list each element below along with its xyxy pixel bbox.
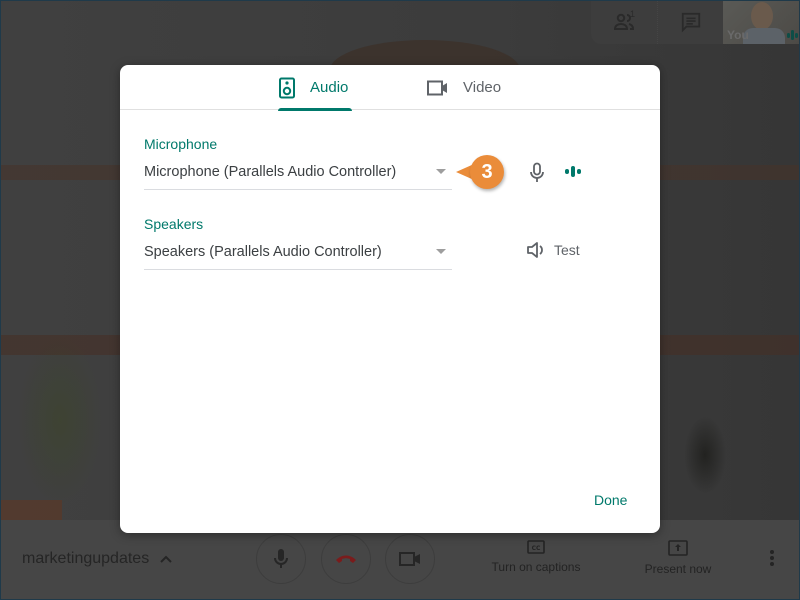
settings-dialog: Audio Video Microphone Microphone (Paral… [120,65,660,533]
more-vert-icon [770,550,774,554]
speaker-icon [279,77,295,98]
plant-shadow [665,395,745,520]
self-label: You [727,28,749,42]
present-label: Present now [644,562,712,576]
chat-icon [681,12,700,33]
meeting-name: marketingupdates [22,550,150,567]
step-callout: 3 [456,155,512,189]
tab-video[interactable]: Video [427,65,501,110]
meeting-details-button[interactable]: marketingupdates [22,550,173,568]
plant-pot [0,500,62,520]
tab-audio-label: Audio [310,79,349,96]
self-body [743,28,785,44]
chevron-up-icon [160,555,172,563]
speakers-section-label: Speakers [144,216,204,232]
show-participants-button[interactable]: 1 [591,0,657,44]
settings-tabs: Audio Video [120,65,660,111]
test-label: Test [554,242,580,258]
captions-label: Turn on captions [491,560,581,574]
test-speakers-button[interactable]: Test [526,241,580,259]
svg-text:CC: CC [532,545,541,552]
tab-audio[interactable]: Audio [278,65,352,111]
chat-button[interactable] [657,0,723,44]
turn-on-captions-button[interactable]: CC Turn on captions [486,540,586,574]
videocam-icon [399,552,420,566]
microphone-select[interactable]: Microphone (Parallels Audio Controller) [144,154,452,190]
videocam-icon [427,80,447,95]
audio-level-icon [565,166,581,177]
toggle-camera-button[interactable] [385,534,435,584]
self-face [751,2,773,30]
top-right-panel: 1 You [591,0,800,44]
microphone-selected-value: Microphone (Parallels Audio Controller) [144,163,397,180]
self-audio-level-icon [787,30,798,40]
participant-count: 1 [630,9,636,19]
active-tab-indicator [278,108,352,111]
dropdown-arrow-icon [436,169,446,174]
volume-icon [527,242,543,258]
present-now-button[interactable]: Present now [638,540,718,576]
dropdown-arrow-icon [436,249,446,254]
present-screen-icon [668,540,688,556]
tab-video-label: Video [463,79,502,96]
microphone-status-icon [528,162,546,189]
leave-call-button[interactable] [321,534,371,584]
speakers-select[interactable]: Speakers (Parallels Audio Controller) [144,234,452,270]
step-number-badge: 3 [470,155,504,189]
microphone-icon [530,162,544,182]
done-button[interactable]: Done [586,490,635,510]
toggle-microphone-button[interactable] [256,534,306,584]
hang-up-icon [336,555,356,563]
closed-captions-icon: CC [527,540,545,554]
speakers-selected-value: Speakers (Parallels Audio Controller) [144,243,382,260]
microphone-icon [274,549,288,568]
more-options-button[interactable] [764,550,780,570]
microphone-section-label: Microphone [144,136,218,152]
self-view-tile[interactable]: You [723,0,800,44]
